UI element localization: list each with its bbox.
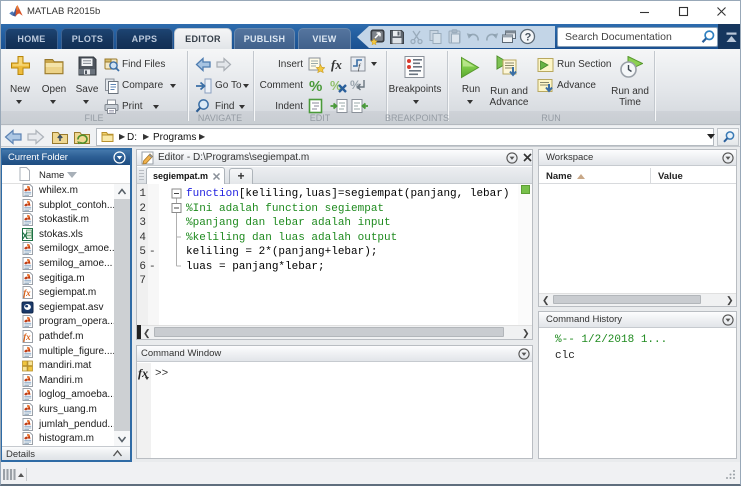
svg-text:?: ?	[525, 32, 532, 44]
svg-text:fx: fx	[331, 57, 342, 72]
svg-text:%: %	[309, 78, 322, 94]
